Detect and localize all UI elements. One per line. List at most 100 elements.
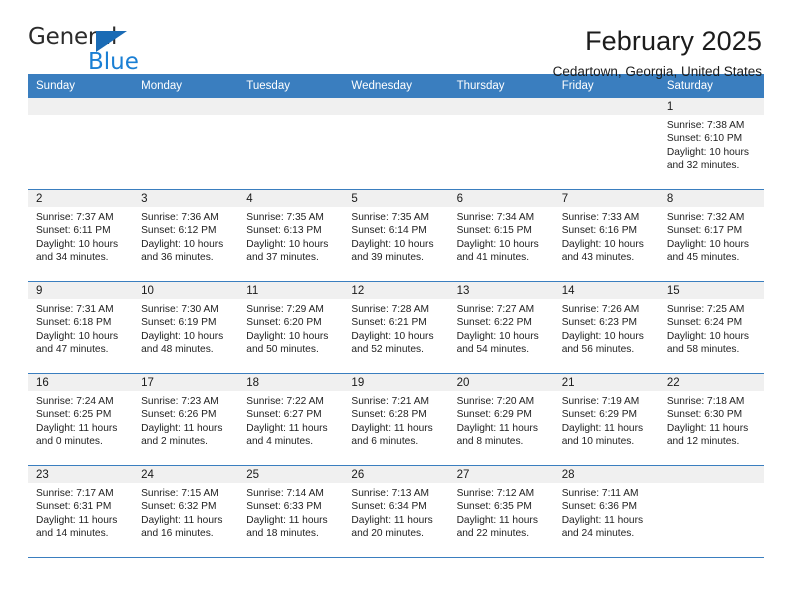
calendar-day-cell[interactable]: 2 Sunrise: 7:37 AM Sunset: 6:11 PM Daylight… xyxy=(28,189,134,282)
general-blue-logo[interactable]: General Blue xyxy=(28,26,158,80)
sunrise-text: Sunrise: 7:22 AM xyxy=(246,396,324,407)
day-sun-info: Sunrise: 7:11 AM Sunset: 6:36 PM Daylight:… xyxy=(554,483,659,541)
day-sun-info: Sunrise: 7:15 AM Sunset: 6:32 PM Daylight:… xyxy=(133,483,238,541)
sunset-text: Sunset: 6:35 PM xyxy=(456,501,532,513)
weekday-tuesday: Tuesday xyxy=(238,74,344,98)
daylight-text: Daylight: 11 hours and 18 minutes. xyxy=(246,514,328,540)
sunset-text: Sunset: 6:24 PM xyxy=(666,317,743,329)
calendar-day-cell[interactable]: 19 Sunrise: 7:21 AM Sunset: 6:28 PM Dayligh… xyxy=(343,373,449,466)
day-sun-info: Sunrise: 7:33 AM Sunset: 6:16 PM Daylight:… xyxy=(554,207,659,265)
day-sun-info xyxy=(238,115,343,119)
calendar-week-row: 1 Sunrise: 7:38 AM Sunset: 6:10 PM Daylight… xyxy=(28,98,764,190)
sunset-text: Sunset: 6:17 PM xyxy=(666,225,743,237)
sunset-text: Sunset: 6:32 PM xyxy=(141,501,217,513)
sunrise-text: Sunrise: 7:18 AM xyxy=(666,396,745,407)
day-number: 3 xyxy=(133,190,239,207)
day-sun-info: Sunrise: 7:26 AM Sunset: 6:23 PM Daylight:… xyxy=(554,299,659,357)
calendar-day-cell[interactable]: 23 Sunrise: 7:17 AM Sunset: 6:31 PM Dayligh… xyxy=(28,465,134,557)
day-number: 13 xyxy=(448,282,554,299)
daylight-text: Daylight: 10 hours and 47 minutes. xyxy=(36,330,119,356)
calendar-body: 1 Sunrise: 7:38 AM Sunset: 6:10 PM Daylight… xyxy=(28,98,764,557)
sunset-text: Sunset: 6:27 PM xyxy=(246,409,322,421)
sunset-text: Sunset: 6:34 PM xyxy=(351,501,427,513)
day-sun-info xyxy=(449,115,554,119)
day-sun-info: Sunrise: 7:22 AM Sunset: 6:27 PM Daylight:… xyxy=(238,391,343,449)
day-sun-info: Sunrise: 7:32 AM Sunset: 6:17 PM Daylight:… xyxy=(659,207,764,265)
day-number: 28 xyxy=(553,466,659,483)
sunrise-text: Sunrise: 7:35 AM xyxy=(246,212,324,223)
calendar-day-cell[interactable]: 17 Sunrise: 7:23 AM Sunset: 6:26 PM Dayligh… xyxy=(133,373,239,466)
daylight-text: Daylight: 10 hours and 48 minutes. xyxy=(141,330,224,356)
day-number: 6 xyxy=(448,190,554,207)
calendar-day-cell[interactable]: 5 Sunrise: 7:35 AM Sunset: 6:14 PM Daylight… xyxy=(343,189,449,282)
day-sun-info: Sunrise: 7:31 AM Sunset: 6:18 PM Daylight:… xyxy=(28,299,133,357)
day-sun-info: Sunrise: 7:36 AM Sunset: 6:12 PM Daylight:… xyxy=(133,207,238,265)
calendar-day-cell[interactable]: 12 Sunrise: 7:28 AM Sunset: 6:21 PM Dayligh… xyxy=(343,281,449,374)
title-block: February 2025 Cedartown, Georgia, United… xyxy=(553,26,764,80)
sunset-text: Sunset: 6:19 PM xyxy=(141,317,217,329)
sunrise-text: Sunrise: 7:24 AM xyxy=(36,396,114,407)
day-number: 18 xyxy=(238,374,344,391)
page-header: General Blue February 2025 Cedartown, Ge… xyxy=(28,0,764,80)
sunrise-text: Sunrise: 7:26 AM xyxy=(561,304,640,315)
day-sun-info xyxy=(28,115,133,119)
calendar-day-cell[interactable]: 9 Sunrise: 7:31 AM Sunset: 6:18 PM Daylight… xyxy=(28,281,134,374)
calendar-day-cell[interactable]: 28 Sunrise: 7:11 AM Sunset: 6:36 PM Dayligh… xyxy=(553,465,659,557)
calendar-day-cell[interactable]: 15 Sunrise: 7:25 AM Sunset: 6:24 PM Dayligh… xyxy=(658,281,764,374)
sunrise-text: Sunrise: 7:17 AM xyxy=(36,488,114,499)
calendar-day-cell[interactable]: 7 Sunrise: 7:33 AM Sunset: 6:16 PM Daylight… xyxy=(553,189,659,282)
calendar-day-cell[interactable]: 11 Sunrise: 7:29 AM Sunset: 6:20 PM Dayligh… xyxy=(238,281,344,374)
day-number xyxy=(343,98,449,115)
sunset-text: Sunset: 6:26 PM xyxy=(141,409,217,421)
calendar-day-cell-empty xyxy=(343,98,449,190)
sunrise-text: Sunrise: 7:35 AM xyxy=(351,212,430,223)
calendar-day-cell[interactable]: 3 Sunrise: 7:36 AM Sunset: 6:12 PM Daylight… xyxy=(133,189,239,282)
calendar-day-cell[interactable]: 10 Sunrise: 7:30 AM Sunset: 6:19 PM Dayligh… xyxy=(133,281,239,374)
day-sun-info: Sunrise: 7:38 AM Sunset: 6:10 PM Daylight:… xyxy=(659,115,764,173)
daylight-text: Daylight: 10 hours and 45 minutes. xyxy=(666,238,749,264)
calendar-day-cell[interactable]: 8 Sunrise: 7:32 AM Sunset: 6:17 PM Daylight… xyxy=(658,189,764,282)
calendar-day-cell[interactable]: 20 Sunrise: 7:20 AM Sunset: 6:29 PM Dayligh… xyxy=(448,373,554,466)
daylight-text: Daylight: 11 hours and 24 minutes. xyxy=(561,514,644,540)
calendar-day-cell[interactable]: 24 Sunrise: 7:15 AM Sunset: 6:32 PM Dayligh… xyxy=(133,465,239,557)
daylight-text: Daylight: 10 hours and 34 minutes. xyxy=(36,238,119,264)
calendar-day-cell[interactable]: 16 Sunrise: 7:24 AM Sunset: 6:25 PM Dayligh… xyxy=(28,373,134,466)
day-number: 24 xyxy=(133,466,239,483)
day-sun-info: Sunrise: 7:19 AM Sunset: 6:29 PM Daylight:… xyxy=(554,391,659,449)
sunset-text: Sunset: 6:21 PM xyxy=(351,317,427,329)
calendar-day-cell[interactable]: 27 Sunrise: 7:12 AM Sunset: 6:35 PM Dayligh… xyxy=(448,465,554,557)
day-number: 19 xyxy=(343,374,449,391)
calendar-day-cell[interactable]: 13 Sunrise: 7:27 AM Sunset: 6:22 PM Dayligh… xyxy=(448,281,554,374)
day-sun-info: Sunrise: 7:35 AM Sunset: 6:13 PM Daylight:… xyxy=(238,207,343,265)
calendar-day-cell[interactable]: 22 Sunrise: 7:18 AM Sunset: 6:30 PM Dayligh… xyxy=(658,373,764,466)
calendar-day-cell[interactable]: 26 Sunrise: 7:13 AM Sunset: 6:34 PM Dayligh… xyxy=(343,465,449,557)
day-sun-info: Sunrise: 7:20 AM Sunset: 6:29 PM Daylight:… xyxy=(449,391,554,449)
calendar-day-cell[interactable]: 18 Sunrise: 7:22 AM Sunset: 6:27 PM Dayligh… xyxy=(238,373,344,466)
daylight-text: Daylight: 11 hours and 6 minutes. xyxy=(351,422,433,448)
day-number xyxy=(238,98,344,115)
sunset-text: Sunset: 6:31 PM xyxy=(36,501,112,513)
day-number: 25 xyxy=(238,466,344,483)
day-sun-info: Sunrise: 7:17 AM Sunset: 6:31 PM Daylight:… xyxy=(28,483,133,541)
daylight-text: Daylight: 10 hours and 39 minutes. xyxy=(351,238,434,264)
calendar-day-cell[interactable]: 14 Sunrise: 7:26 AM Sunset: 6:23 PM Dayligh… xyxy=(553,281,659,374)
day-number xyxy=(133,98,239,115)
day-sun-info: Sunrise: 7:21 AM Sunset: 6:28 PM Daylight:… xyxy=(343,391,448,449)
sunset-text: Sunset: 6:10 PM xyxy=(666,133,743,145)
sunset-text: Sunset: 6:15 PM xyxy=(456,225,532,237)
calendar-day-cell[interactable]: 25 Sunrise: 7:14 AM Sunset: 6:33 PM Dayligh… xyxy=(238,465,344,557)
calendar-day-cell-empty xyxy=(238,98,344,190)
calendar-day-cell[interactable]: 1 Sunrise: 7:38 AM Sunset: 6:10 PM Daylight… xyxy=(658,98,764,190)
day-sun-info: Sunrise: 7:34 AM Sunset: 6:15 PM Daylight:… xyxy=(449,207,554,265)
sunrise-text: Sunrise: 7:14 AM xyxy=(246,488,324,499)
day-number: 1 xyxy=(658,98,764,115)
calendar-bottom-rule xyxy=(28,557,764,558)
day-number xyxy=(658,466,764,483)
calendar-day-cell[interactable]: 21 Sunrise: 7:19 AM Sunset: 6:29 PM Dayligh… xyxy=(553,373,659,466)
calendar-day-cell[interactable]: 6 Sunrise: 7:34 AM Sunset: 6:15 PM Daylight… xyxy=(448,189,554,282)
calendar-day-cell-empty xyxy=(448,98,554,190)
sunrise-text: Sunrise: 7:36 AM xyxy=(141,212,219,223)
sunset-text: Sunset: 6:33 PM xyxy=(246,501,322,513)
calendar-day-cell[interactable]: 4 Sunrise: 7:35 AM Sunset: 6:13 PM Daylight… xyxy=(238,189,344,282)
daylight-text: Daylight: 11 hours and 4 minutes. xyxy=(246,422,328,448)
